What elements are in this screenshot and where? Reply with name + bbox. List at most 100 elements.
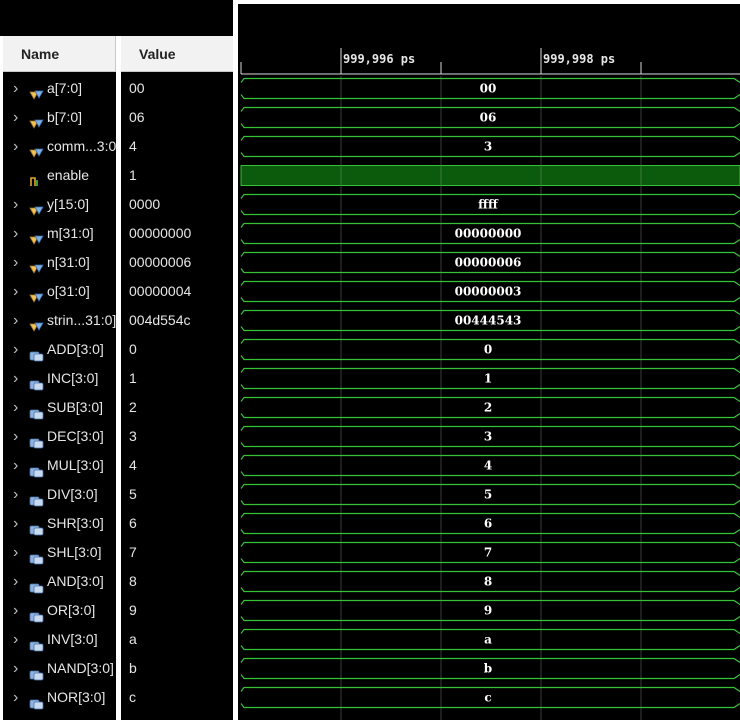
bus-signal-icon [29,198,44,216]
chevron-right-icon[interactable]: › [13,567,23,596]
signal-row[interactable]: › INV[3:0] [3,625,116,654]
signal-row[interactable]: › n[31:0] [3,248,116,277]
signal-value: 5 [129,486,137,502]
signal-row[interactable]: › SHR[3:0] [3,509,116,538]
waveform-pane[interactable]: 999,996 ps 999,998 ps 00 06 3 ffff 00000000 000… [238,4,740,720]
signal-row[interactable]: › comm...3:0 [3,132,116,161]
chevron-right-icon[interactable]: › [13,538,23,567]
bus-signal-icon [29,314,44,332]
signal-row[interactable]: › strin...31:0] [3,306,116,335]
signal-name: INV[3:0] [47,631,98,647]
chevron-right-icon[interactable]: › [13,335,23,364]
signal-name: OR[3:0] [47,602,96,618]
signal-row[interactable]: › ADD[3:0] [3,335,116,364]
bus-value-label: 9 [484,604,492,618]
bus-signal-icon [29,227,44,245]
signal-row[interactable]: › INC[3:0] [3,364,116,393]
time-marker-label: 999,998 ps [543,52,615,66]
signal-row[interactable]: › DIV[3:0] [3,480,116,509]
signal-value-list: 00 06 4 1 0000 00000000 00000006 00000004 004d55… [121,72,233,720]
signal-row[interactable]: › m[31:0] [3,219,116,248]
signal-value: 3 [129,428,137,444]
chevron-right-icon[interactable]: › [13,509,23,538]
signal-name: AND[3:0] [47,573,104,589]
bus-signal-icon [29,256,44,274]
signal-name: n[31:0] [47,254,90,270]
chevron-right-icon[interactable]: › [13,248,23,277]
signal-value: 6 [129,515,137,531]
time-marker-label: 999,996 ps [343,52,415,66]
bus-value-label: 7 [484,546,492,560]
name-column-header[interactable]: Name [3,36,116,72]
signal-name: a[7:0] [47,80,83,96]
bus-signal-icon [29,82,44,100]
bus-value-label: 5 [484,488,492,502]
chevron-right-icon[interactable]: › [13,277,23,306]
parameter-icon [29,459,44,478]
parameter-icon [29,546,44,565]
signal-name: INC[3:0] [47,370,99,386]
waveform-canvas[interactable]: 999,996 ps 999,998 ps00063ffff00000000000… [238,4,740,720]
signal-row[interactable]: › DEC[3:0] [3,422,116,451]
signal-name: SUB[3:0] [47,399,104,415]
chevron-right-icon[interactable]: › [13,654,23,683]
parameter-icon [29,430,44,449]
chevron-right-icon[interactable]: › [13,625,23,654]
signal-row[interactable]: › SUB[3:0] [3,393,116,422]
chevron-right-icon[interactable]: › [13,103,23,132]
signal-row[interactable]: › MUL[3:0] [3,451,116,480]
chevron-right-icon[interactable]: › [13,683,23,712]
chevron-right-icon[interactable]: › [13,132,23,161]
signal-name: DEC[3:0] [47,428,104,444]
signal-row[interactable]: › OR[3:0] [3,596,116,625]
signal-name: b[7:0] [47,109,83,125]
signal-row[interactable]: › o[31:0] [3,277,116,306]
bit-waveform [240,165,740,186]
signal-row[interactable]: › NOR[3:0] [3,683,116,712]
bus-value-label: 6 [484,517,492,531]
chevron-right-icon[interactable]: › [13,306,23,335]
signal-row[interactable]: › SHL[3:0] [3,538,116,567]
chevron-right-icon[interactable]: › [13,74,23,103]
signal-row[interactable]: › a[7:0] [3,74,116,103]
signal-name: enable [47,167,90,183]
signal-value: 00000004 [129,283,192,299]
signal-value: a [129,631,137,647]
signal-value: 06 [129,109,145,125]
value-column-header[interactable]: Value [121,36,233,72]
signal-name: NAND[3:0] [47,660,114,676]
signal-row[interactable]: enable [3,161,116,190]
chevron-right-icon[interactable]: › [13,393,23,422]
signal-row[interactable]: › AND[3:0] [3,567,116,596]
signal-value: 8 [129,573,137,589]
chevron-right-icon[interactable]: › [13,480,23,509]
signal-row[interactable]: › b[7:0] [3,103,116,132]
parameter-icon [29,633,44,652]
signal-value: 0000 [129,196,161,212]
bus-signal-icon [29,140,44,158]
parameter-icon [29,691,44,710]
signal-name: y[15:0] [47,196,90,212]
chevron-right-icon[interactable]: › [13,451,23,480]
chevron-right-icon[interactable]: › [13,219,23,248]
signal-value: 00 [129,80,145,96]
signal-value: 00000006 [129,254,192,270]
chevron-right-icon[interactable]: › [13,596,23,625]
bit-signal-icon [29,169,44,186]
signal-row[interactable]: › y[15:0] [3,190,116,219]
signal-value: 2 [129,399,137,415]
bus-value-label: 00444543 [455,314,522,328]
signal-value: 1 [129,167,137,183]
bus-value-label: a [484,633,492,647]
signal-value: 1 [129,370,137,386]
chevron-right-icon[interactable]: › [13,190,23,219]
chevron-right-icon[interactable]: › [13,422,23,451]
name-pane-toolbar [0,0,236,36]
bus-value-label: 00000003 [455,285,522,299]
signal-name: m[31:0] [47,225,94,241]
signal-value: 4 [129,457,137,473]
parameter-icon [29,372,44,391]
signal-row[interactable]: › NAND[3:0] [3,654,116,683]
parameter-icon [29,401,44,420]
chevron-right-icon[interactable]: › [13,364,23,393]
